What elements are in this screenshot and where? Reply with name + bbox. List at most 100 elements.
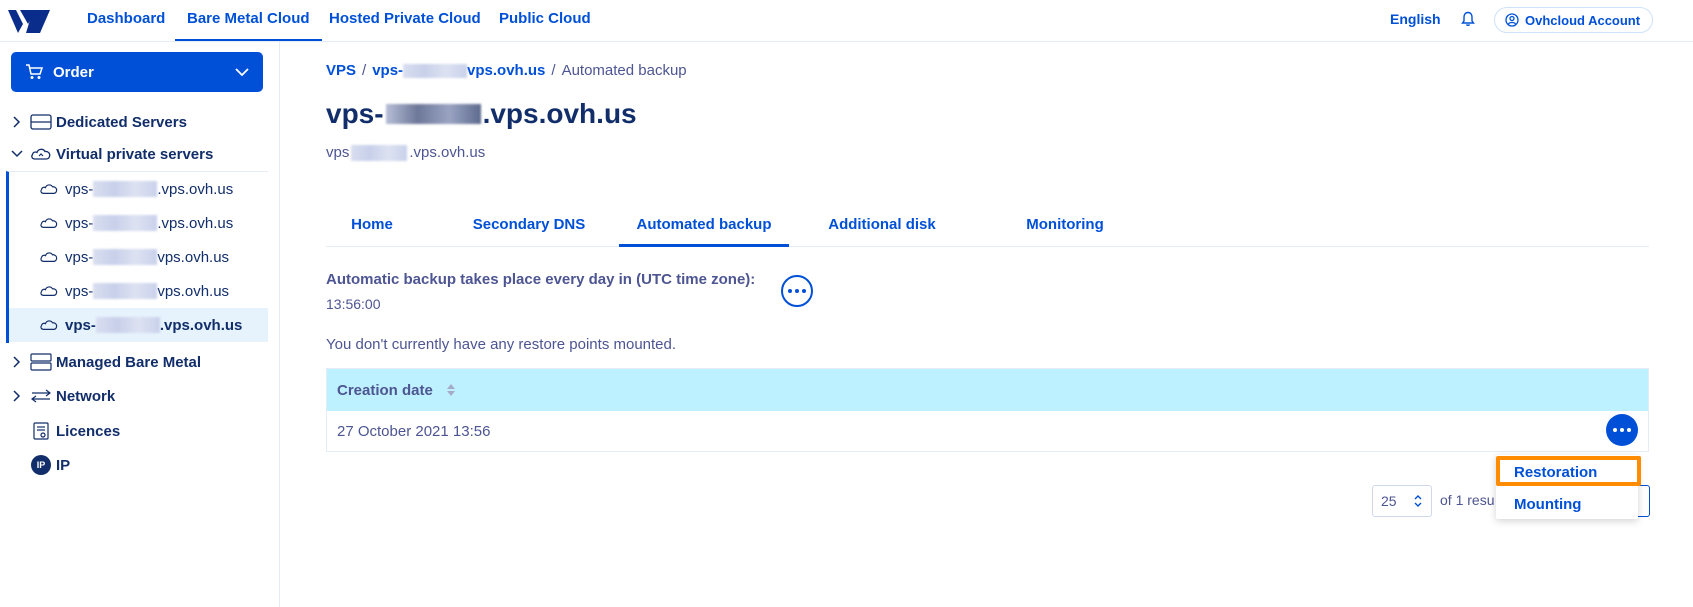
- sidebar-item-vps-5[interactable]: vps- .vps.ovh.us: [9, 308, 268, 342]
- table-header: Creation date: [327, 369, 1648, 411]
- backup-table: Creation date 27 October 2021 13:56: [326, 368, 1649, 452]
- chevron-right-icon[interactable]: [10, 116, 24, 128]
- redacted-text: [93, 283, 158, 299]
- redacted-text: [93, 249, 158, 265]
- breadcrumb-server-suffix: vps.ovh.us: [467, 62, 546, 79]
- vps-list: vps- .vps.ovh.us vps- .vps.ovh.us vps-vps.…: [6, 171, 268, 343]
- sort-icon[interactable]: [446, 384, 455, 396]
- vps-name-suffix: vps.ovh.us: [157, 282, 230, 300]
- redacted-text: [95, 317, 160, 333]
- nav-dashboard[interactable]: Dashboard: [87, 0, 165, 41]
- order-button[interactable]: Order: [11, 52, 263, 92]
- vps-name-suffix: .vps.ovh.us: [157, 180, 234, 198]
- top-navigation: Dashboard Bare Metal Cloud Hosted Privat…: [0, 0, 1693, 42]
- cloud-icon: [39, 215, 59, 231]
- sidebar-item-virtual-private-servers[interactable]: Virtual private servers: [0, 138, 213, 170]
- tab-monitoring[interactable]: Monitoring: [1018, 207, 1112, 247]
- redacted-text: [385, 104, 481, 124]
- chevron-down-icon: [235, 68, 249, 77]
- arrows-exchange-icon: [30, 387, 52, 405]
- vps-name-suffix: vps.ovh.us: [157, 248, 230, 266]
- tab-secondary-dns[interactable]: Secondary DNS: [448, 207, 610, 247]
- cloud-icon: [30, 145, 52, 163]
- vps-name-prefix: vps-: [65, 316, 96, 334]
- server-stack-icon: [30, 353, 52, 371]
- menu-item-mounting[interactable]: Mounting: [1514, 496, 1581, 513]
- page-size-select[interactable]: 25: [1372, 485, 1432, 517]
- vps-name-prefix: vps-: [65, 282, 94, 300]
- breadcrumb-server[interactable]: vps-vps.ovh.us: [372, 62, 545, 79]
- dot: [795, 289, 799, 293]
- sidebar-item-label: Virtual private servers: [56, 145, 214, 163]
- redacted-text: [93, 215, 158, 231]
- tab-bar: Home Secondary DNS Automated backup Addi…: [326, 207, 1649, 247]
- creation-date-cell: 27 October 2021 13:56: [337, 422, 491, 440]
- sidebar-item-label: Network: [56, 387, 116, 405]
- sidebar-item-dedicated-servers[interactable]: Dedicated Servers: [0, 106, 187, 138]
- tab-home[interactable]: Home: [326, 207, 418, 247]
- breadcrumb-current: Automated backup: [561, 62, 687, 79]
- highlight-box: [1496, 456, 1641, 486]
- sidebar-item-vps-4[interactable]: vps-vps.ovh.us: [9, 274, 268, 308]
- cloud-icon: [39, 317, 59, 333]
- row-actions-button[interactable]: [1606, 414, 1638, 446]
- sidebar-item-vps-2[interactable]: vps- .vps.ovh.us: [9, 206, 268, 240]
- redacted-text: [93, 181, 158, 197]
- nav-bare-metal-cloud[interactable]: Bare Metal Cloud: [175, 0, 322, 41]
- ip-icon: IP: [30, 455, 52, 475]
- breadcrumb-vps[interactable]: VPS: [326, 62, 356, 79]
- account-button[interactable]: Ovhcloud Account: [1494, 7, 1654, 33]
- nav-hosted-private-cloud[interactable]: Hosted Private Cloud: [329, 0, 481, 41]
- dot: [1613, 428, 1617, 432]
- cloud-icon: [39, 283, 59, 299]
- title-suffix: .vps.ovh.us: [482, 98, 637, 129]
- backup-schedule-label: Automatic backup takes place every day i…: [326, 271, 756, 288]
- sidebar: Order Dedicated Servers Virtual private …: [0, 42, 280, 607]
- restore-points-notice: You don't currently have any restore poi…: [326, 336, 677, 353]
- sidebar-item-label: IP: [56, 456, 71, 474]
- backup-schedule-time: 13:56:00: [326, 296, 381, 312]
- vps-name-suffix: .vps.ovh.us: [157, 214, 234, 232]
- table-row: 27 October 2021 13:56: [327, 411, 1648, 451]
- certificate-icon: [30, 422, 52, 440]
- vps-name-prefix: vps-: [65, 248, 94, 266]
- redacted-text: [403, 64, 468, 79]
- cloud-icon: [39, 249, 59, 265]
- subtitle-prefix: vps: [326, 144, 350, 161]
- dot: [802, 289, 806, 293]
- ovhcloud-logo[interactable]: [6, 6, 52, 36]
- sidebar-item-vps-1[interactable]: vps- .vps.ovh.us: [9, 172, 268, 206]
- bell-icon[interactable]: [1460, 11, 1476, 27]
- page-subtitle: vps .vps.ovh.us: [326, 144, 485, 161]
- subtitle-suffix: .vps.ovh.us: [409, 144, 486, 161]
- chevron-down-icon[interactable]: [10, 150, 24, 158]
- column-creation-date[interactable]: Creation date: [337, 382, 433, 399]
- chevron-updown-icon: [1414, 495, 1422, 507]
- breadcrumb-separator: /: [362, 62, 367, 79]
- nav-public-cloud[interactable]: Public Cloud: [499, 0, 591, 41]
- dot: [788, 289, 792, 293]
- breadcrumb-separator: /: [551, 62, 556, 79]
- sidebar-item-network[interactable]: Network: [0, 380, 115, 412]
- sidebar-item-label: Managed Bare Metal: [56, 353, 202, 371]
- vps-name-prefix: vps-: [65, 214, 94, 232]
- cloud-icon: [39, 181, 59, 197]
- tab-additional-disk[interactable]: Additional disk: [822, 207, 942, 247]
- sidebar-item-label: Dedicated Servers: [56, 113, 187, 131]
- chevron-right-icon[interactable]: [10, 390, 24, 402]
- sidebar-item-label: Licences: [56, 422, 121, 440]
- sidebar-item-licences[interactable]: Licences: [0, 415, 120, 447]
- pagination-results: of 1 resu: [1440, 492, 1495, 508]
- sidebar-item-managed-bare-metal[interactable]: Managed Bare Metal: [0, 346, 201, 378]
- redacted-text: [351, 144, 408, 161]
- title-prefix: vps-: [326, 98, 384, 129]
- account-label: Ovhcloud Account: [1525, 12, 1641, 28]
- schedule-actions-button[interactable]: [781, 275, 813, 307]
- sidebar-item-vps-3[interactable]: vps-vps.ovh.us: [9, 240, 268, 274]
- dot: [1627, 428, 1631, 432]
- page-title: vps- .vps.ovh.us: [326, 98, 637, 130]
- sidebar-item-ip[interactable]: IP IP: [0, 449, 70, 481]
- tab-automated-backup[interactable]: Automated backup: [619, 207, 789, 247]
- chevron-right-icon[interactable]: [10, 356, 24, 368]
- language-selector[interactable]: English: [1390, 11, 1441, 27]
